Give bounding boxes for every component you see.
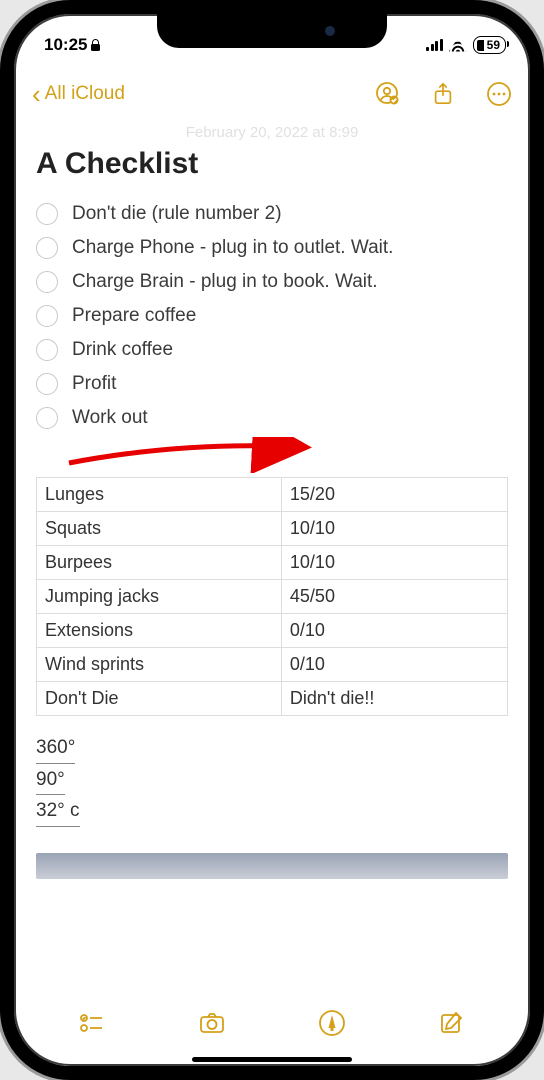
table-row: Burpees10/10	[37, 546, 508, 580]
checkbox-icon[interactable]	[36, 271, 58, 293]
checklist-item[interactable]: Don't die (rule number 2)	[36, 197, 508, 231]
checklist-label: Don't die (rule number 2)	[72, 203, 282, 225]
table-row: Extensions0/10	[37, 614, 508, 648]
checklist-item[interactable]: Charge Phone - plug in to outlet. Wait.	[36, 231, 508, 265]
notch	[157, 14, 387, 48]
bottom-toolbar	[14, 990, 530, 1056]
temp-line[interactable]: 90°	[36, 766, 65, 796]
checkbox-icon[interactable]	[36, 373, 58, 395]
annotation-arrow	[36, 443, 508, 471]
markup-button[interactable]	[316, 1007, 348, 1039]
checklist-label: Prepare coffee	[72, 305, 196, 327]
compose-button[interactable]	[436, 1007, 468, 1039]
table-row: Don't DieDidn't die!!	[37, 682, 508, 716]
checklist-item[interactable]: Prepare coffee	[36, 299, 508, 333]
share-button[interactable]	[430, 81, 456, 107]
note-content[interactable]: February 20, 2022 at 8:99 A Checklist Do…	[14, 122, 530, 986]
back-button[interactable]: ‹ All iCloud	[32, 81, 125, 107]
checkbox-icon[interactable]	[36, 237, 58, 259]
checklist-item[interactable]: Charge Brain - plug in to book. Wait.	[36, 265, 508, 299]
checklist-label: Drink coffee	[72, 339, 173, 361]
battery-percent: 59	[487, 38, 500, 52]
table-row: Wind sprints0/10	[37, 648, 508, 682]
home-indicator[interactable]	[192, 1057, 352, 1062]
back-label: All iCloud	[45, 83, 125, 105]
note-title[interactable]: A Checklist	[36, 147, 508, 181]
chevron-left-icon: ‹	[32, 81, 41, 107]
checklist-label: Profit	[72, 373, 116, 395]
orientation-lock-icon	[91, 39, 100, 51]
checklist-label: Charge Phone - plug in to outlet. Wait.	[72, 237, 393, 259]
nav-actions	[374, 81, 512, 107]
workout-table[interactable]: Lunges15/20 Squats10/10 Burpees10/10 Jum…	[36, 477, 508, 716]
checklist-item[interactable]: Work out	[36, 401, 508, 435]
status-time: 10:25	[44, 35, 87, 55]
checklist-item[interactable]: Drink coffee	[36, 333, 508, 367]
temperature-list[interactable]: 360° 90° 32° c	[36, 734, 508, 829]
checkbox-icon[interactable]	[36, 203, 58, 225]
note-timestamp: February 20, 2022 at 8:99	[36, 124, 508, 141]
status-left: 10:25	[44, 35, 100, 55]
cellular-icon	[426, 39, 443, 51]
checkbox-icon[interactable]	[36, 305, 58, 327]
checklist: Don't die (rule number 2) Charge Phone -…	[36, 197, 508, 435]
checklist-item[interactable]: Profit	[36, 367, 508, 401]
checkbox-icon[interactable]	[36, 339, 58, 361]
image-attachment[interactable]	[36, 853, 508, 879]
status-right: 59	[426, 36, 506, 54]
nav-bar: ‹ All iCloud	[14, 70, 530, 118]
collaborate-button[interactable]	[374, 81, 400, 107]
more-button[interactable]	[486, 81, 512, 107]
battery-indicator: 59	[473, 36, 506, 54]
wifi-icon	[449, 39, 467, 52]
temp-line[interactable]: 360°	[36, 734, 75, 764]
checklist-label: Charge Brain - plug in to book. Wait.	[72, 271, 378, 293]
table-row: Jumping jacks45/50	[37, 580, 508, 614]
phone-frame: 10:25 59 ‹ All iCloud	[0, 0, 544, 1080]
checklist-button[interactable]	[76, 1007, 108, 1039]
temp-line[interactable]: 32° c	[36, 797, 80, 827]
checkbox-icon[interactable]	[36, 407, 58, 429]
table-row: Squats10/10	[37, 512, 508, 546]
checklist-label: Work out	[72, 407, 148, 429]
camera-button[interactable]	[196, 1007, 228, 1039]
table-row: Lunges15/20	[37, 478, 508, 512]
